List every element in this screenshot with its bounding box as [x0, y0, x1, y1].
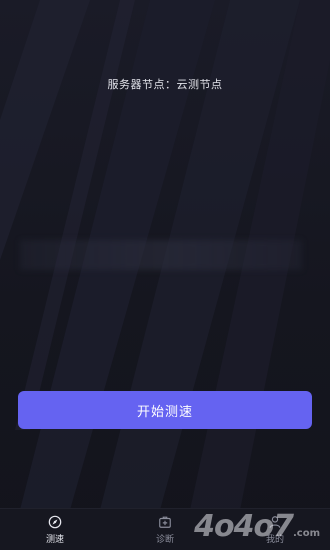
bottom-tab-bar: 测速 诊断 我的 [0, 508, 330, 550]
blurred-result-area [20, 240, 302, 270]
tab-profile[interactable]: 我的 [220, 509, 330, 550]
tab-speed-test[interactable]: 测速 [0, 509, 110, 550]
tab-diagnose[interactable]: 诊断 [110, 509, 220, 550]
start-test-button[interactable]: 开始测速 [18, 391, 312, 429]
server-node-line: 服务器节点：云测节点 [0, 76, 330, 92]
server-node-value: 云测节点 [176, 78, 223, 91]
medkit-icon [159, 516, 171, 528]
server-node-label: 服务器节点： [107, 78, 177, 91]
tab-speed-test-label: 测速 [45, 535, 64, 545]
speed-test-screen: 服务器节点：云测节点 开始测速 测速 诊断 我的 4o4o7.com [0, 0, 330, 550]
tab-diagnose-label: 诊断 [155, 535, 174, 545]
compass-icon [48, 515, 62, 529]
person-icon [269, 516, 281, 528]
tab-profile-label: 我的 [265, 535, 284, 545]
